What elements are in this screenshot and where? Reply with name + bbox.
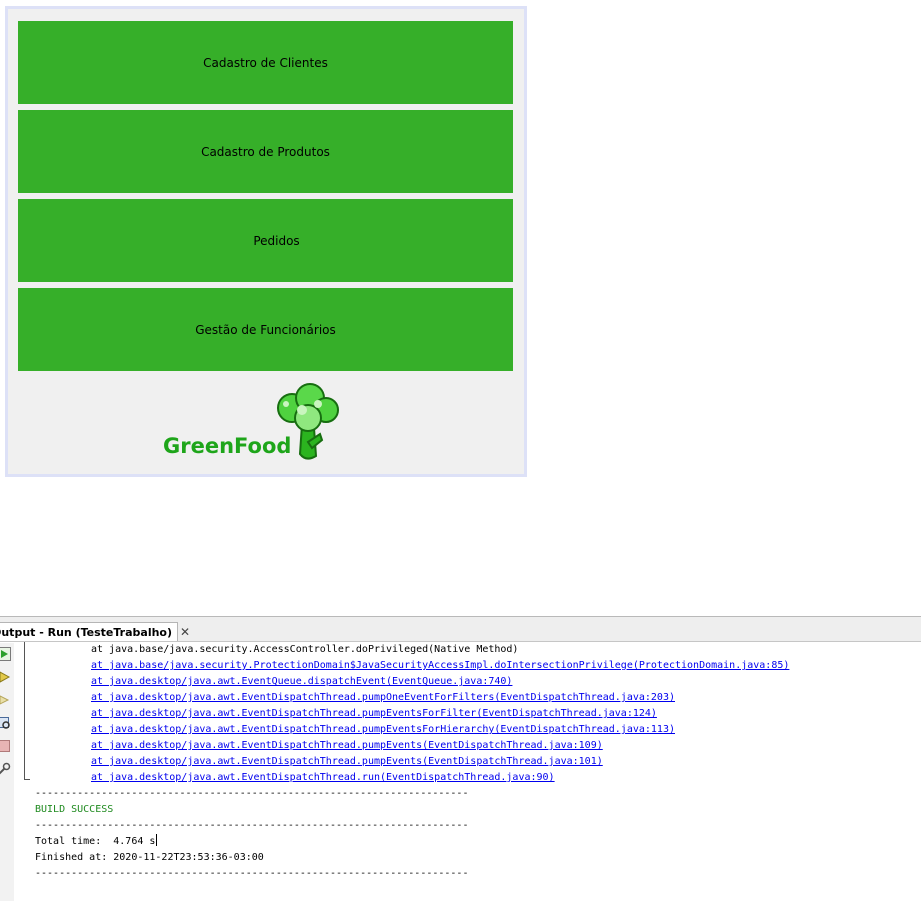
tab-output-label: Output - Run (TesteTrabalho) xyxy=(0,625,173,639)
broccoli-icon xyxy=(277,383,339,460)
stacktrace-link[interactable]: at java.desktop/java.awt.EventDispatchTh… xyxy=(91,706,657,722)
pedidos-button[interactable]: Pedidos xyxy=(18,199,513,282)
stacktrace-link[interactable]: at java.desktop/java.awt.EventDispatchTh… xyxy=(91,690,675,706)
tab-output-run[interactable]: Output - Run (TesteTrabalho) ✕ xyxy=(0,622,190,641)
gestao-funcionarios-label: Gestão de Funcionários xyxy=(195,322,336,337)
cadastro-produtos-label: Cadastro de Produtos xyxy=(201,144,330,159)
inspect-icon[interactable] xyxy=(0,716,11,730)
separator-line: ----------------------------------------… xyxy=(35,788,469,799)
text-caret xyxy=(156,834,158,846)
greenfood-window: Cadastro de Clientes Cadastro de Produto… xyxy=(5,6,527,477)
stacktrace-line: at java.base/java.security.AccessControl… xyxy=(91,644,519,655)
output-panel: Output - Run (TesteTrabalho) ✕ at java.b… xyxy=(0,616,921,901)
cadastro-clientes-label: Cadastro de Clientes xyxy=(203,55,328,70)
fold-bracket[interactable] xyxy=(24,642,30,780)
gestao-funcionarios-button[interactable]: Gestão de Funcionários xyxy=(18,288,513,371)
build-status: BUILD SUCCESS xyxy=(35,804,114,815)
total-time-text: Total time: 4.764 s xyxy=(35,836,156,847)
pedidos-label: Pedidos xyxy=(253,233,300,248)
close-icon[interactable]: ✕ xyxy=(180,625,190,639)
stacktrace-link[interactable]: at java.desktop/java.awt.EventQueue.disp… xyxy=(91,674,512,690)
stacktrace-link[interactable]: at java.base/java.security.ProtectionDom… xyxy=(91,658,789,674)
run-icon[interactable] xyxy=(0,647,11,661)
separator-line: ----------------------------------------… xyxy=(35,820,469,831)
greenfood-logo: GreenFood xyxy=(158,382,348,466)
cadastro-clientes-button[interactable]: Cadastro de Clientes xyxy=(18,21,513,104)
finished-at-line: Finished at: 2020-11-22T23:53:36-03:00 xyxy=(35,852,264,863)
rerun-icon[interactable] xyxy=(0,670,11,684)
separator-line: ----------------------------------------… xyxy=(35,868,469,879)
stacktrace-link[interactable]: at java.desktop/java.awt.EventDispatchTh… xyxy=(91,770,555,786)
settings-icon[interactable] xyxy=(0,762,11,776)
cadastro-produtos-button[interactable]: Cadastro de Produtos xyxy=(18,110,513,193)
stacktrace-link[interactable]: at java.desktop/java.awt.EventDispatchTh… xyxy=(91,738,603,754)
total-time-line[interactable]: Total time: 4.764 s xyxy=(35,834,158,850)
output-tab-strip: Output - Run (TesteTrabalho) ✕ xyxy=(0,617,921,642)
stacktrace-link[interactable]: at java.desktop/java.awt.EventDispatchTh… xyxy=(91,754,603,770)
stacktrace-link[interactable]: at java.desktop/java.awt.EventDispatchTh… xyxy=(91,722,675,738)
stop-icon[interactable] xyxy=(0,739,11,753)
output-toolbar xyxy=(0,643,14,901)
rerun-step-icon[interactable] xyxy=(0,693,11,707)
console-output: at java.base/java.security.AccessControl… xyxy=(18,642,918,900)
